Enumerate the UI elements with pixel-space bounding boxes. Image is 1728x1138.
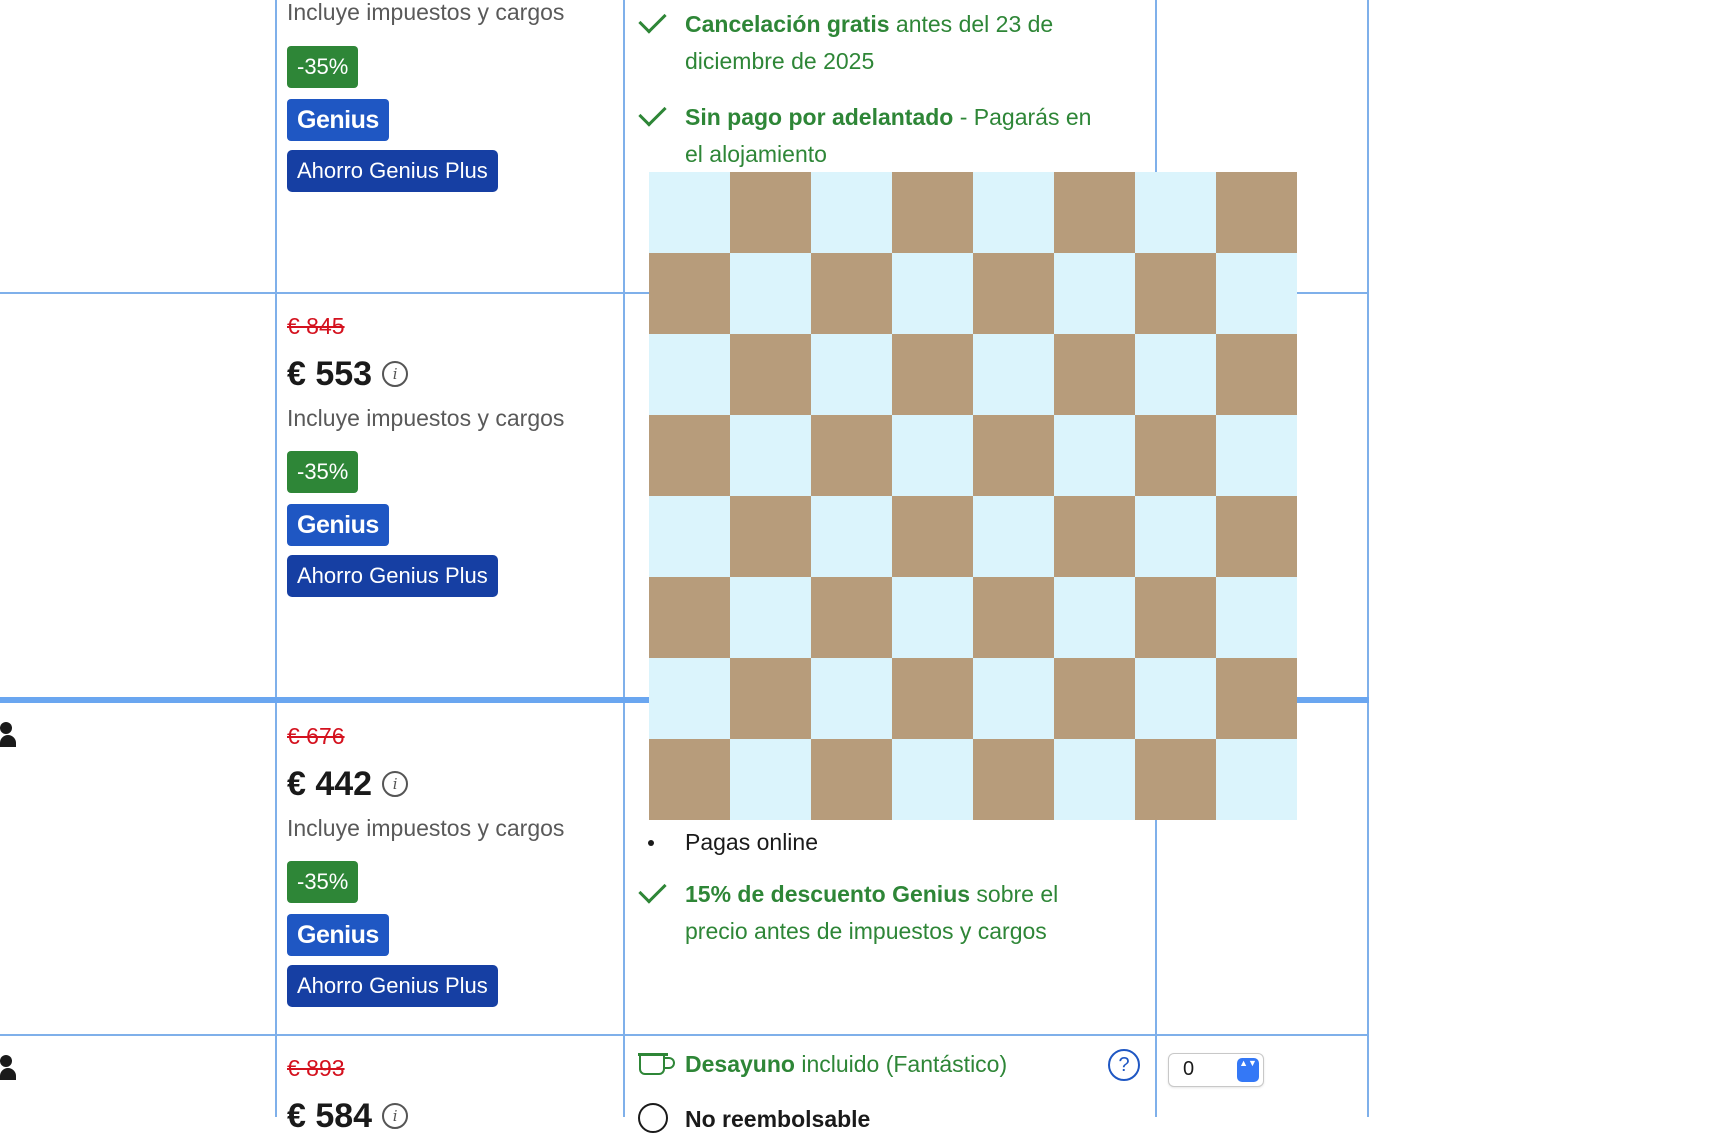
old-price: € 893 xyxy=(287,1055,345,1081)
checker-square xyxy=(1216,496,1297,577)
nonrefund-label: No reembolsable xyxy=(685,1106,871,1132)
current-price: € 553 i xyxy=(287,353,564,395)
price-block-row-2: € 845 € 553 i Incluye impuestos y cargos … xyxy=(287,311,564,597)
genius-badge: Genius xyxy=(287,99,389,141)
price-value: € 553 xyxy=(287,355,373,393)
price-block-row-4: € 893 € 584 i xyxy=(287,1053,409,1137)
nopay-bold: Sin pago por adelantado xyxy=(685,104,954,130)
condition-non-refundable: No reembolsable xyxy=(640,1101,1100,1138)
condition-breakfast: Desayuno incluido (Fantástico) xyxy=(640,1046,1100,1083)
checker-square xyxy=(1054,496,1135,577)
discount-badge: -35% xyxy=(287,861,359,903)
info-icon[interactable]: i xyxy=(382,361,409,387)
info-icon[interactable]: i xyxy=(382,1103,409,1129)
checker-square xyxy=(649,253,730,334)
genius-plus-badge: Ahorro Genius Plus xyxy=(287,150,498,192)
genius-badge: Genius xyxy=(287,914,389,956)
column-divider-2 xyxy=(623,0,625,1117)
taxes-note: Incluye impuestos y cargos xyxy=(287,815,565,841)
checker-square xyxy=(892,658,973,739)
room-quantity-select[interactable]: 0 ▲▼ xyxy=(1168,1053,1264,1087)
checker-square xyxy=(892,172,973,253)
checker-square xyxy=(811,577,892,658)
taxes-note: Incluye impuestos y cargos xyxy=(287,0,565,25)
checker-square xyxy=(730,496,811,577)
select-arrows-icon: ▲▼ xyxy=(1237,1058,1259,1082)
person-icon xyxy=(0,1055,16,1081)
bullet xyxy=(648,840,654,846)
person-icon xyxy=(0,722,16,748)
checker-square xyxy=(892,334,973,415)
genius-badge: Genius xyxy=(287,504,389,546)
quantity-value: 0 xyxy=(1183,1058,1195,1080)
checker-square xyxy=(892,496,973,577)
breakfast-rest: incluido (Fantástico) xyxy=(794,1051,1008,1077)
genius-plus-badge: Ahorro Genius Plus xyxy=(287,555,498,597)
current-price: € 584 i xyxy=(287,1095,409,1137)
checker-square xyxy=(973,253,1054,334)
checker-square xyxy=(1135,577,1216,658)
pay-online-label: Pagas online xyxy=(685,829,818,855)
checker-square xyxy=(1216,172,1297,253)
help-icon[interactable]: ? xyxy=(1108,1049,1140,1081)
current-price: € 442 i xyxy=(287,763,564,805)
price-value: € 584 xyxy=(287,1097,373,1135)
column-divider-4 xyxy=(1367,0,1369,1117)
checker-square xyxy=(1216,334,1297,415)
info-icon[interactable]: i xyxy=(382,771,409,797)
genius-bold: 15% de descuento Genius xyxy=(685,881,971,907)
checker-square xyxy=(1135,739,1216,820)
breakfast-bold: Desayuno xyxy=(685,1051,795,1077)
old-price: € 845 xyxy=(287,313,345,339)
checker-square xyxy=(973,739,1054,820)
checker-square xyxy=(649,577,730,658)
old-price: € 676 xyxy=(287,723,345,749)
taxes-note: Incluye impuestos y cargos xyxy=(287,405,565,431)
condition-no-prepayment: Sin pago por adelantado - Pagarás en el … xyxy=(638,98,1100,173)
price-value: € 442 xyxy=(287,765,373,803)
discount-badge: -35% xyxy=(287,451,359,493)
checker-square xyxy=(649,415,730,496)
checker-square xyxy=(730,172,811,253)
checker-square xyxy=(1135,253,1216,334)
discount-badge: -35% xyxy=(287,46,359,88)
cancel-bold: Cancelación gratis xyxy=(685,11,890,37)
checker-square xyxy=(1216,658,1297,739)
checker-square xyxy=(649,739,730,820)
checker-square xyxy=(1054,334,1135,415)
checker-square xyxy=(1135,415,1216,496)
checker-square xyxy=(811,739,892,820)
condition-genius-discount: 15% de descuento Genius sobre el precio … xyxy=(638,875,1100,950)
checker-square xyxy=(1054,658,1135,739)
checkerboard-overlay xyxy=(649,172,1297,820)
checker-square xyxy=(811,253,892,334)
checker-square xyxy=(1054,172,1135,253)
column-divider-1 xyxy=(275,0,277,1117)
checker-square xyxy=(811,415,892,496)
row-divider-3 xyxy=(0,1034,1369,1036)
condition-pay-online: Pagas online xyxy=(640,824,1100,861)
genius-plus-badge: Ahorro Genius Plus xyxy=(287,965,498,1007)
checker-square xyxy=(973,577,1054,658)
price-block-row-3: € 676 € 442 i Incluye impuestos y cargos … xyxy=(287,721,564,1007)
condition-free-cancellation: Cancelación gratis antes del 23 de dicie… xyxy=(638,5,1100,80)
checker-square xyxy=(973,415,1054,496)
checker-square xyxy=(730,334,811,415)
checker-square xyxy=(730,658,811,739)
price-block-row-1: Incluye impuestos y cargos -35% Genius A… xyxy=(287,0,564,192)
